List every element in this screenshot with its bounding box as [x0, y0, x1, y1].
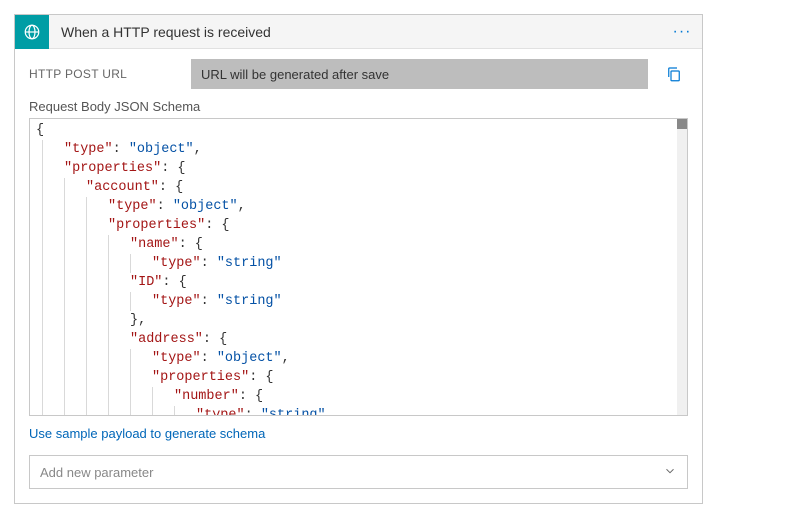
schema-code[interactable]: {"type": "object","properties": {"accoun…	[30, 119, 687, 416]
post-url-label: HTTP POST URL	[29, 67, 179, 81]
schema-editor[interactable]: {"type": "object","properties": {"accoun…	[29, 118, 688, 416]
add-parameter-placeholder: Add new parameter	[40, 465, 153, 480]
schema-scrollbar[interactable]	[677, 119, 687, 415]
add-parameter-select[interactable]: Add new parameter	[29, 455, 688, 489]
copy-url-button[interactable]	[660, 60, 688, 88]
card-menu-button[interactable]: ···	[662, 23, 702, 41]
schema-label: Request Body JSON Schema	[29, 99, 688, 114]
post-url-field: URL will be generated after save	[191, 59, 648, 89]
card-header: When a HTTP request is received ···	[15, 15, 702, 49]
http-trigger-card: When a HTTP request is received ··· HTTP…	[14, 14, 703, 504]
chevron-down-icon	[663, 464, 677, 481]
post-url-value: URL will be generated after save	[201, 67, 389, 82]
copy-icon	[665, 65, 683, 83]
use-sample-payload-link[interactable]: Use sample payload to generate schema	[29, 426, 265, 441]
post-url-row: HTTP POST URL URL will be generated afte…	[29, 59, 688, 89]
globe-icon	[15, 15, 49, 49]
card-body: HTTP POST URL URL will be generated afte…	[15, 49, 702, 503]
schema-scrollbar-thumb[interactable]	[677, 119, 687, 129]
card-title: When a HTTP request is received	[49, 24, 662, 40]
